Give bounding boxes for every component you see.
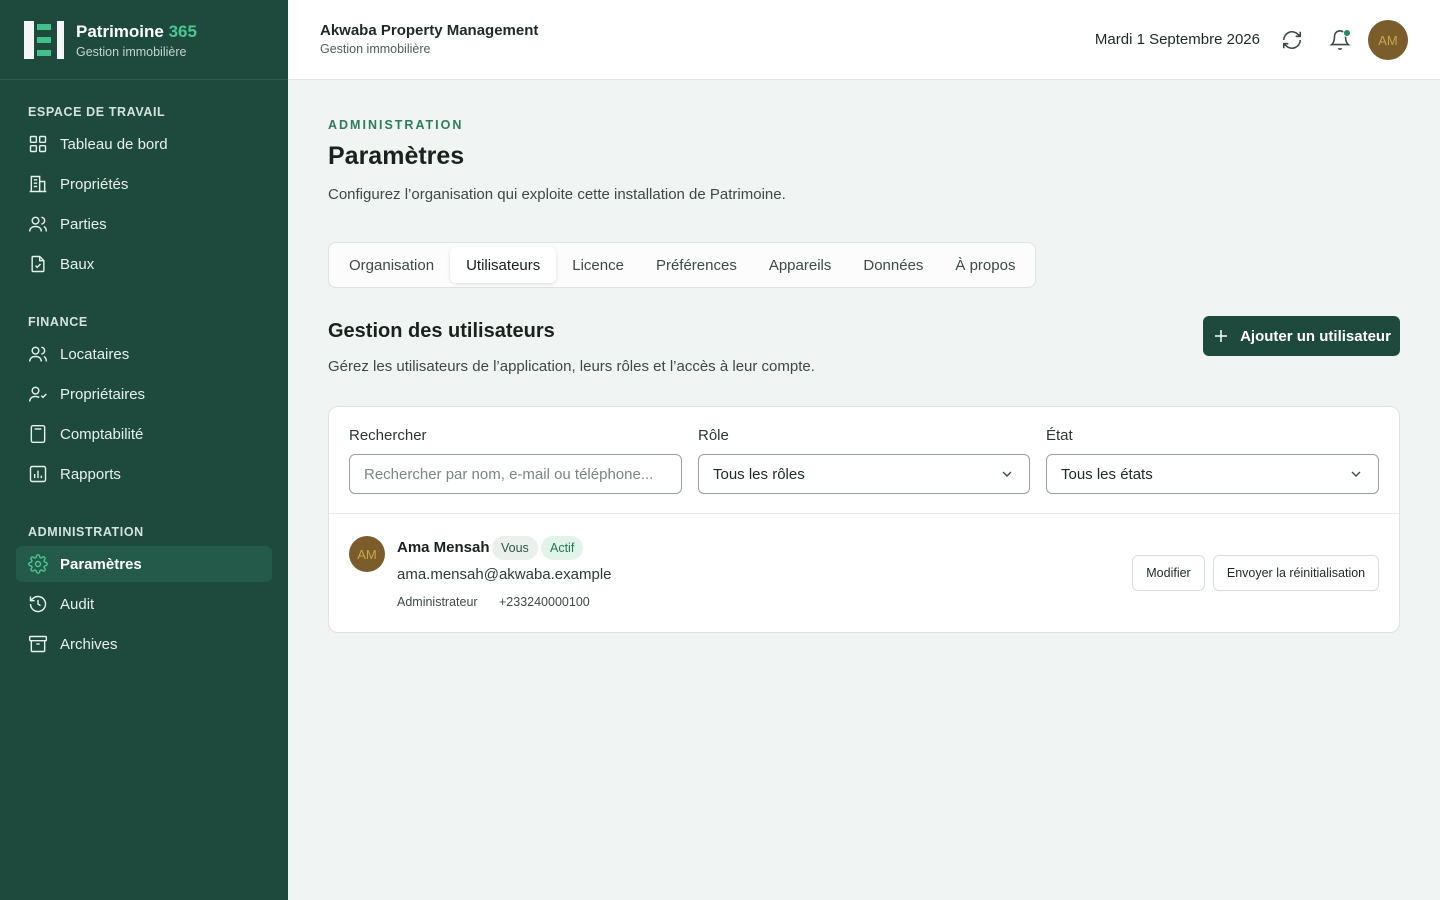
top-header: Akwaba Property Management Gestion immob… (288, 0, 1440, 80)
chevron-down-icon (1002, 471, 1012, 477)
brand-subtitle: Gestion immobilière (76, 44, 187, 59)
sidebar: Patrimoine 365 Gestion immobilière ESPAC… (0, 0, 288, 900)
sidebar-item-parties[interactable]: Parties (16, 206, 272, 242)
sidebar-item-audit[interactable]: Audit (16, 586, 272, 622)
state-filter: État Tous les états (1046, 427, 1379, 494)
sidebar-item-archives[interactable]: Archives (16, 626, 272, 662)
sidebar-item-label: Tableau de bord (60, 135, 168, 153)
section-description: Gérez les utilisateurs de l’application,… (328, 358, 815, 375)
tab-licence[interactable]: Licence (556, 247, 640, 283)
sidebar-item-label: Rapports (60, 465, 121, 483)
notification-dot (1343, 29, 1351, 37)
sidebar-item-label: Propriétés (60, 175, 129, 193)
sidebar-item-label: Propriétaires (60, 385, 146, 403)
nav-section-title: FINANCE (28, 315, 88, 329)
building-icon (29, 175, 47, 193)
sidebar-item-leases[interactable]: Baux (16, 246, 272, 282)
user-row: AM Ama Mensah Vous Actif ama.mensah@akwa… (329, 514, 1399, 632)
edit-user-button[interactable]: Modifier (1132, 555, 1205, 591)
calculator-icon (30, 424, 46, 444)
sidebar-item-accounting[interactable]: Comptabilité (16, 416, 272, 452)
page-description: Configurez l’organisation qui exploite c… (328, 186, 786, 203)
status-badge: Actif (541, 536, 584, 560)
current-date: Mardi 1 Septembre 2026 (1094, 31, 1260, 48)
tab-utilisateurs[interactable]: Utilisateurs (450, 247, 557, 283)
page-title: Paramètres (328, 142, 465, 170)
role-label: Rôle (698, 427, 729, 444)
user-phone: +233240000100 (499, 595, 590, 609)
nav-section-workspace: ESPACE DE TRAVAIL Tableau de bord Propri… (0, 102, 288, 282)
users-card: Rechercher Rechercher par nom, e-mail ou… (328, 406, 1400, 633)
sidebar-item-label: Archives (60, 635, 118, 653)
sidebar-item-label: Paramètres (60, 555, 142, 573)
notifications-button[interactable] (1328, 28, 1352, 52)
filters-bar: Rechercher Rechercher par nom, e-mail ou… (329, 407, 1399, 514)
tab-preferences[interactable]: Préférences (640, 247, 753, 283)
organization-subtitle: Gestion immobilière (320, 42, 431, 56)
sidebar-item-label: Locataires (60, 345, 130, 363)
role-select[interactable]: Tous les rôles (698, 454, 1030, 494)
add-user-label: Ajouter un utilisateur (1240, 327, 1391, 345)
organization-name: Akwaba Property Management (320, 22, 539, 39)
users-icon (28, 346, 48, 362)
section-title: Gestion des utilisateurs (328, 320, 555, 342)
you-badge: Vous (492, 536, 538, 560)
nav-section-administration: ADMINISTRATION Paramètres Audit Archives (0, 522, 288, 662)
sidebar-item-label: Audit (60, 595, 95, 613)
tab-donnees[interactable]: Données (847, 247, 939, 283)
user-name: Ama Mensah (397, 539, 490, 556)
nav-section-finance: FINANCE Locataires Propriétaires Comptab… (0, 312, 288, 492)
brand-name: Patrimoine 365 (76, 21, 197, 41)
state-label: État (1046, 427, 1073, 444)
sidebar-item-owners[interactable]: Propriétaires (16, 376, 272, 412)
sidebar-item-dashboard[interactable]: Tableau de bord (16, 126, 272, 162)
send-reset-button[interactable]: Envoyer la réinitialisation (1213, 555, 1379, 591)
sidebar-item-label: Comptabilité (60, 425, 144, 443)
dashboard-icon (29, 135, 47, 153)
archive-icon (28, 635, 48, 653)
nav-section-title: ADMINISTRATION (28, 525, 144, 539)
sidebar-item-label: Baux (60, 255, 95, 273)
sidebar-item-reports[interactable]: Rapports (16, 456, 272, 492)
tab-organisation[interactable]: Organisation (333, 247, 450, 283)
search-filter: Rechercher Rechercher par nom, e-mail ou… (349, 427, 682, 494)
gear-icon (28, 554, 48, 574)
state-select[interactable]: Tous les états (1046, 454, 1379, 494)
search-input[interactable]: Rechercher par nom, e-mail ou téléphone.… (349, 454, 682, 494)
settings-tabs: Organisation Utilisateurs Licence Préfér… (328, 242, 1037, 288)
chevron-down-icon (1351, 471, 1361, 477)
add-user-button[interactable]: Ajouter un utilisateur (1203, 316, 1400, 356)
nav-section-title: ESPACE DE TRAVAIL (28, 105, 166, 119)
role-select-value: Tous les rôles (713, 465, 805, 483)
sidebar-item-label: Parties (60, 215, 107, 233)
brand-logo-icon (24, 20, 64, 59)
sidebar-item-settings[interactable]: Paramètres (16, 546, 272, 582)
role-filter: Rôle Tous les rôles (698, 427, 1030, 494)
user-avatar[interactable]: AM (1368, 20, 1408, 60)
refresh-button[interactable] (1280, 28, 1304, 52)
refresh-icon (1282, 30, 1302, 50)
history-icon (29, 595, 47, 613)
users-icon (28, 216, 48, 232)
avatar: AM (349, 536, 385, 572)
brand[interactable]: Patrimoine 365 Gestion immobilière (0, 0, 288, 80)
search-label: Rechercher (349, 427, 427, 444)
user-role: Administrateur (397, 595, 478, 609)
report-icon (29, 465, 47, 483)
user-check-icon (28, 386, 47, 402)
document-icon (31, 255, 45, 273)
plus-icon (1215, 330, 1228, 342)
state-select-value: Tous les états (1061, 465, 1153, 483)
user-email: ama.mensah@akwaba.example (397, 566, 612, 583)
tab-a-propos[interactable]: À propos (939, 247, 1031, 283)
tab-appareils[interactable]: Appareils (753, 247, 848, 283)
sidebar-item-properties[interactable]: Propriétés (16, 166, 272, 202)
page-eyebrow: ADMINISTRATION (328, 118, 464, 132)
sidebar-item-tenants[interactable]: Locataires (16, 336, 272, 372)
